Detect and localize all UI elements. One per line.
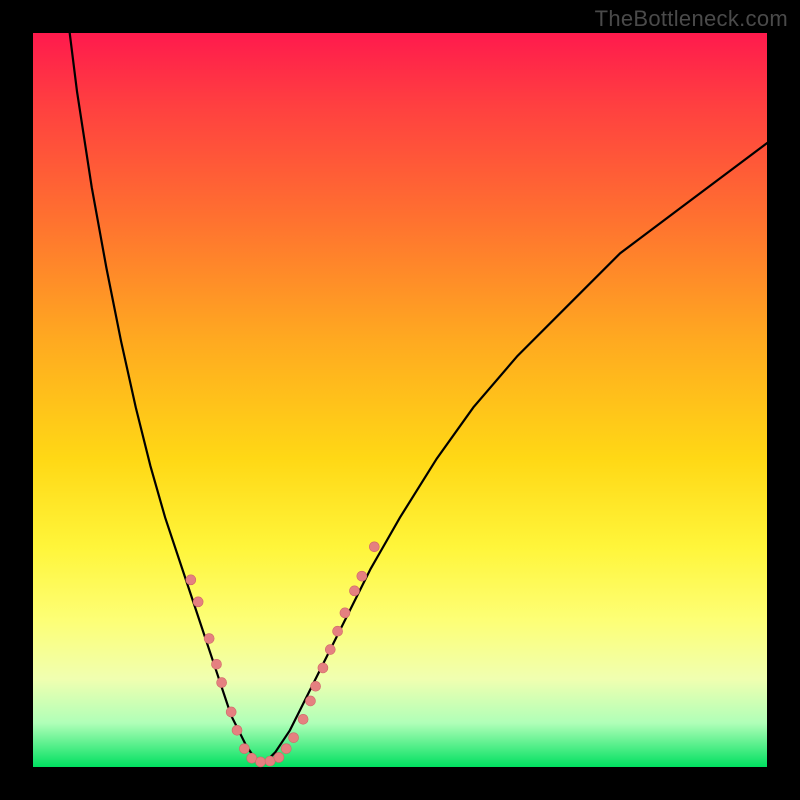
- right-curve: [261, 143, 767, 763]
- highlight-dot: [318, 663, 328, 673]
- highlight-dot: [325, 645, 335, 655]
- highlight-dot: [305, 696, 315, 706]
- chart-overlay-svg: [33, 33, 767, 767]
- highlight-dot: [204, 634, 214, 644]
- chart-frame: TheBottleneck.com: [0, 0, 800, 800]
- left-curve: [70, 33, 261, 763]
- highlighted-dots-group: [186, 542, 379, 767]
- watermark-text: TheBottleneck.com: [595, 6, 788, 32]
- highlight-dot: [349, 586, 359, 596]
- highlight-dot: [247, 753, 257, 763]
- highlight-dot: [193, 597, 203, 607]
- highlight-dot: [340, 608, 350, 618]
- highlight-dot: [217, 678, 227, 688]
- highlight-dot: [226, 707, 236, 717]
- highlight-dot: [298, 714, 308, 724]
- highlight-dot: [239, 744, 249, 754]
- highlight-dot: [232, 725, 242, 735]
- highlight-dot: [274, 752, 284, 762]
- highlight-dot: [333, 626, 343, 636]
- highlight-dot: [369, 542, 379, 552]
- highlight-dot: [265, 756, 275, 766]
- highlight-dot: [289, 733, 299, 743]
- highlight-dot: [281, 744, 291, 754]
- highlight-dot: [256, 757, 266, 767]
- highlight-dot: [311, 681, 321, 691]
- highlight-dot: [357, 571, 367, 581]
- highlight-dot: [212, 659, 222, 669]
- highlight-dot: [186, 575, 196, 585]
